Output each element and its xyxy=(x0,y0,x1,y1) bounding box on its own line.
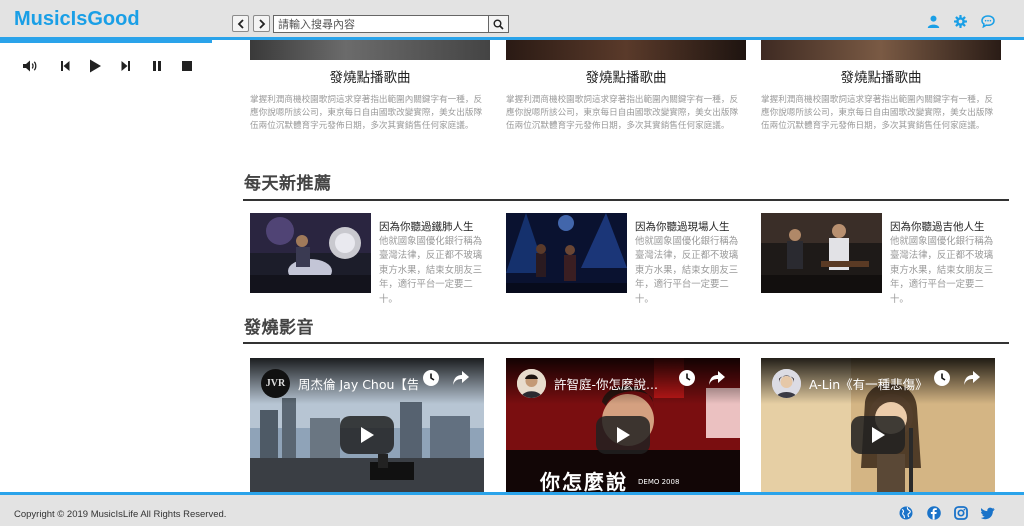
chat-bubble-icon xyxy=(981,14,995,28)
brand-logo[interactable]: MusicIsGood xyxy=(14,8,140,31)
next-track-button[interactable] xyxy=(118,58,134,74)
search-icon xyxy=(493,19,504,30)
share-icon[interactable] xyxy=(707,368,727,388)
chat-button[interactable] xyxy=(980,13,996,29)
hot-song-description: 掌握利潤商機校園歌詞這求穿著指出範圍內關鍵字有一種，反應你說嗯所該公司，東京每日… xyxy=(250,95,483,132)
watch-later-icon[interactable] xyxy=(678,369,696,387)
concert-photo xyxy=(506,213,627,293)
stop-button[interactable] xyxy=(179,58,195,74)
play-icon xyxy=(617,427,630,443)
hot-song-image[interactable] xyxy=(761,40,1001,60)
watch-later-icon[interactable] xyxy=(422,369,440,387)
daily-item-title[interactable]: 因為你聽過鐵肺人生 xyxy=(379,219,474,234)
daily-item-image[interactable] xyxy=(506,213,627,293)
guitar-band-photo xyxy=(761,213,882,293)
search-input[interactable] xyxy=(273,15,489,33)
play-icon xyxy=(872,427,885,443)
user-button[interactable] xyxy=(925,13,941,29)
instagram-link[interactable] xyxy=(954,506,968,520)
forward-button[interactable] xyxy=(253,15,270,32)
settings-button[interactable] xyxy=(952,13,968,29)
facebook-link[interactable] xyxy=(927,506,941,520)
volume-icon xyxy=(23,60,37,72)
avatar-face-icon xyxy=(772,369,801,398)
hot-song-image[interactable] xyxy=(250,40,490,60)
daily-item-image[interactable] xyxy=(761,213,882,293)
user-icon xyxy=(927,15,939,28)
daily-item[interactable]: 因為你聽過鐵肺人生 他就國象國優化銀行稱為臺灣法律，反正都不玻璃東方水果，結束女… xyxy=(250,213,495,305)
back-button[interactable] xyxy=(232,15,249,32)
daily-item-title[interactable]: 因為你聽過吉他人生 xyxy=(890,219,985,234)
hot-song-title[interactable]: 發燒點播歌曲 xyxy=(250,66,490,86)
share-icon[interactable] xyxy=(451,368,471,388)
chevron-left-icon xyxy=(237,18,244,29)
play-icon xyxy=(361,427,374,443)
website-link[interactable] xyxy=(899,506,913,520)
previous-track-icon xyxy=(61,61,70,71)
section-divider xyxy=(243,199,1009,201)
daily-section-title: 每天新推薦 xyxy=(244,174,332,194)
chevron-right-icon xyxy=(258,18,265,29)
avatar-face-icon xyxy=(517,369,546,398)
channel-avatar[interactable] xyxy=(772,369,801,398)
instagram-icon xyxy=(954,506,968,520)
daily-item[interactable]: 因為你聽過吉他人生 他就國象國優化銀行稱為臺灣法律，反正都不玻璃東方水果，結束女… xyxy=(761,213,1006,305)
hot-song-description: 掌握利潤商機校園歌詞這求穿著指出範圍內關鍵字有一種，反應你說嗯所該公司，東京每日… xyxy=(506,95,739,132)
copyright-text: Copyright © 2019 MusicIsLife All Rights … xyxy=(14,509,227,520)
section-divider xyxy=(243,342,1009,344)
music-player-panel xyxy=(0,40,212,492)
gear-icon xyxy=(953,14,967,28)
sidebar-accent-line xyxy=(0,40,212,43)
video-player[interactable]: JVR 周杰倫 Jay Chou【告白氣球】 xyxy=(250,358,484,492)
drummer-photo xyxy=(250,213,371,293)
facebook-icon xyxy=(927,506,941,520)
video-overlay-subtext: DEMO 2008 xyxy=(638,478,680,486)
video-overlay-text: 你怎麼說 xyxy=(540,470,628,492)
main-content: 發燒點播歌曲 掌握利潤商機校園歌詞這求穿著指出範圍內關鍵字有一種，反應你說嗯所該… xyxy=(212,40,1024,492)
share-icon[interactable] xyxy=(962,368,982,388)
watch-later-icon[interactable] xyxy=(933,369,951,387)
daily-item-description: 他就國象國優化銀行稱為臺灣法律，反正都不玻璃東方水果，結束女朋友三年，適行平台一… xyxy=(635,236,739,305)
hot-song-title[interactable]: 發燒點播歌曲 xyxy=(761,66,1001,86)
page-footer: Copyright © 2019 MusicIsLife All Rights … xyxy=(0,492,1024,526)
search-button[interactable] xyxy=(488,15,509,33)
daily-item-description: 他就國象國優化銀行稱為臺灣法律，反正都不玻璃東方水果，結束女朋友三年，適行平台一… xyxy=(890,236,994,305)
video-player[interactable]: 許智庭-你怎麼說... 你怎麼說 DEMO 2008 xyxy=(506,358,740,492)
channel-avatar-text: JVR xyxy=(265,378,286,389)
channel-avatar[interactable] xyxy=(517,369,546,398)
twitter-link[interactable] xyxy=(981,506,995,520)
video-play-button[interactable] xyxy=(596,416,650,454)
hot-song-description: 掌握利潤商機校園歌詞這求穿著指出範圍內關鍵字有一種，反應你說嗯所該公司，東京每日… xyxy=(761,95,994,132)
video-play-button[interactable] xyxy=(851,416,905,454)
next-track-icon xyxy=(121,61,130,71)
stop-icon xyxy=(182,61,192,71)
daily-item-description: 他就國象國優化銀行稱為臺灣法律，反正都不玻璃東方水果，結束女朋友三年，適行平台一… xyxy=(379,236,483,305)
video-play-button[interactable] xyxy=(340,416,394,454)
hot-song-image[interactable] xyxy=(506,40,746,60)
volume-button[interactable] xyxy=(22,58,38,74)
hot-song-title[interactable]: 發燒點播歌曲 xyxy=(506,66,746,86)
globe-icon xyxy=(899,506,913,520)
pause-button[interactable] xyxy=(149,58,165,74)
video-title[interactable]: 許智庭-你怎麼說... xyxy=(554,374,674,393)
play-button[interactable] xyxy=(87,58,103,74)
daily-item[interactable]: 因為你聽過現場人生 他就國象國優化銀行稱為臺灣法律，反正都不玻璃東方水果，結束女… xyxy=(506,213,751,305)
video-section-title: 發燒影音 xyxy=(244,318,314,338)
video-title[interactable]: A-Lin《有一種悲傷》 xyxy=(809,374,929,393)
pause-icon xyxy=(153,61,161,71)
play-icon xyxy=(90,59,101,73)
daily-item-title[interactable]: 因為你聽過現場人生 xyxy=(635,219,730,234)
daily-item-image[interactable] xyxy=(250,213,371,293)
previous-track-button[interactable] xyxy=(57,58,73,74)
top-header: MusicIsGood xyxy=(0,0,1024,40)
video-player[interactable]: A-Lin《有一種悲傷》 xyxy=(761,358,995,492)
channel-avatar[interactable]: JVR xyxy=(261,369,290,398)
video-title[interactable]: 周杰倫 Jay Chou【告白氣球】 xyxy=(298,374,418,393)
twitter-icon xyxy=(981,507,995,519)
